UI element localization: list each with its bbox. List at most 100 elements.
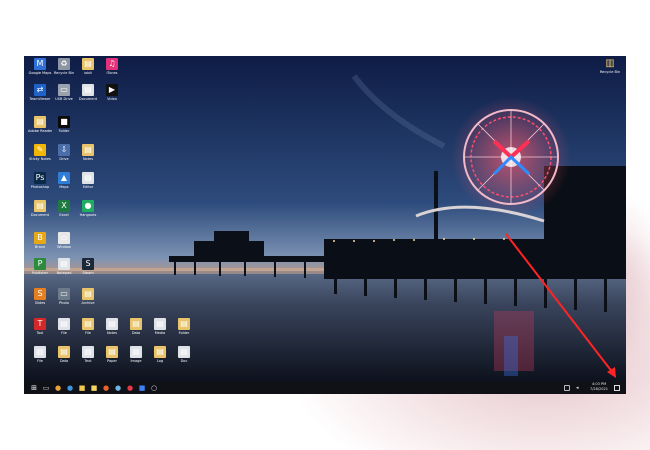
app-icon: ▤ bbox=[82, 144, 94, 156]
desktop-icon[interactable]: S Slides bbox=[28, 288, 52, 305]
desktop-icon-label: Media bbox=[154, 331, 166, 335]
app-icon: ▭ bbox=[58, 288, 70, 300]
desktop-icon-label: Paper bbox=[107, 359, 117, 363]
app-icon: ▤ bbox=[178, 318, 190, 330]
desktop-icon[interactable]: ▤ Log bbox=[148, 346, 172, 363]
app-icon: ▤ bbox=[154, 346, 166, 358]
desktop-icon-label: Maps bbox=[59, 185, 69, 189]
app-icon[interactable]: ● bbox=[126, 384, 134, 392]
sticky-notes-icon[interactable]: ■ bbox=[90, 384, 98, 392]
desktop-icon-label: Document bbox=[30, 213, 50, 217]
desktop-icon[interactable]: ▶ Video bbox=[100, 84, 124, 101]
taskbar: 4:03 PM 7/28/2021 ◂ ⊞ ▭ ● ● ■ ■ ● ● ● ■ ○ bbox=[24, 382, 626, 394]
desktop-icon[interactable]: P Publisher bbox=[28, 258, 52, 275]
app-icon: ▤ bbox=[82, 346, 94, 358]
network-icon[interactable] bbox=[564, 385, 570, 391]
cortana-icon[interactable]: ○ bbox=[150, 384, 158, 392]
desktop-icon[interactable]: ▭ USB Drive bbox=[52, 84, 76, 101]
desktop-icon[interactable]: ⇩ Drive bbox=[52, 144, 76, 161]
desktop-icon-label: Data bbox=[59, 359, 69, 363]
desktop-icon[interactable]: ▤ Document bbox=[28, 200, 52, 217]
desktop-icon[interactable]: ▤ Media bbox=[148, 318, 172, 335]
desktop-icon[interactable]: X Excel bbox=[52, 200, 76, 217]
desktop-icon-label: Hangouts bbox=[79, 213, 97, 217]
app-icon: ▤ bbox=[154, 318, 166, 330]
desktop-icon-label: iobit bbox=[84, 71, 92, 75]
desktop-icon[interactable]: ▭ Window bbox=[52, 232, 76, 249]
notifications-icon[interactable] bbox=[614, 385, 620, 391]
search-app-icon[interactable]: ■ bbox=[138, 384, 146, 392]
desktop-icon[interactable]: ▤ Editor bbox=[76, 172, 100, 189]
paint-icon[interactable]: ● bbox=[114, 384, 122, 392]
app-icon: ▤ bbox=[178, 346, 190, 358]
desktop-icon[interactable]: T Tool bbox=[28, 318, 52, 335]
clock-time[interactable]: 4:03 PM bbox=[592, 382, 606, 386]
desktop-icon-label: File bbox=[61, 331, 67, 335]
desktop-icon-label: Photo bbox=[59, 301, 69, 305]
app-icon: B bbox=[34, 232, 46, 244]
app-icon: ▤ bbox=[34, 200, 46, 212]
desktop-icon[interactable]: ▤ Adobe Reader bbox=[28, 116, 52, 133]
desktop-shortcut-label: Recycle Bin bbox=[599, 70, 621, 74]
desktop-icon[interactable]: ▤ Data bbox=[124, 318, 148, 335]
desktop-icon[interactable]: ▭ Photo bbox=[52, 288, 76, 305]
desktop-icon[interactable]: ▤ Notes bbox=[76, 144, 100, 161]
app-icon: ▭ bbox=[58, 84, 70, 96]
desktop-icon[interactable]: ⇄ TeamViewer bbox=[28, 84, 52, 101]
app-icon: T bbox=[34, 318, 46, 330]
edge-icon[interactable]: ● bbox=[66, 384, 74, 392]
desktop-icon[interactable]: ▤ iobit bbox=[76, 58, 100, 75]
desktop-icon[interactable]: ▤ File bbox=[28, 346, 52, 363]
app-icon: S bbox=[34, 288, 46, 300]
desktop-icon[interactable]: S Steam bbox=[76, 258, 100, 275]
desktop-icon[interactable]: ▤ Archive bbox=[76, 288, 100, 305]
desktop-icon-label: File bbox=[37, 359, 43, 363]
desktop-icon-label: Adobe Reader bbox=[28, 129, 52, 133]
desktop-icon-label: Recycle Bin bbox=[53, 71, 75, 75]
desktop-icon[interactable]: ▤ File bbox=[76, 318, 100, 335]
app-icon: ✎ bbox=[34, 144, 46, 156]
desktop-icon-label: Window bbox=[57, 245, 71, 249]
desktop-icon-label: Document bbox=[78, 97, 98, 101]
volume-icon[interactable]: ◂ bbox=[576, 385, 582, 391]
task-view-icon[interactable]: ▭ bbox=[42, 384, 50, 392]
folder-icon: ▥ bbox=[605, 58, 615, 69]
desktop-icon[interactable]: ▤ File bbox=[52, 318, 76, 335]
desktop-icon[interactable]: ▤ Notepad bbox=[52, 258, 76, 275]
desktop-icon[interactable]: B Brave bbox=[28, 232, 52, 249]
app-icon: ▶ bbox=[106, 84, 118, 96]
desktop-shortcut-top-right[interactable]: ▥ Recycle Bin bbox=[598, 58, 622, 74]
firefox-icon[interactable]: ● bbox=[102, 384, 110, 392]
clock-date[interactable]: 7/28/2021 bbox=[590, 387, 608, 391]
desktop-icon[interactable]: ▤ Doc bbox=[172, 346, 196, 363]
desktop-icon[interactable]: ✎ Sticky Notes bbox=[28, 144, 52, 161]
desktop-icon[interactable]: ▤ Text bbox=[76, 346, 100, 363]
desktop-icon[interactable]: ▲ Maps bbox=[52, 172, 76, 189]
desktop-icon[interactable]: ▤ Paper bbox=[100, 346, 124, 363]
desktop-icon-label: Steam bbox=[82, 271, 94, 275]
chrome-icon[interactable]: ● bbox=[54, 384, 62, 392]
desktop-icon-label: Tool bbox=[36, 331, 44, 335]
desktop-icon-label: Slides bbox=[34, 301, 46, 305]
desktop-icon[interactable]: ▤ Data bbox=[52, 346, 76, 363]
desktop-icon[interactable]: Ps Photoshop bbox=[28, 172, 52, 189]
desktop-icon[interactable]: ▤ Folder bbox=[172, 318, 196, 335]
desktop-icon[interactable]: ♻ Recycle Bin bbox=[52, 58, 76, 75]
desktop-icon-label: Folder bbox=[58, 129, 70, 133]
start-icon[interactable]: ⊞ bbox=[30, 384, 38, 392]
app-icon: ▤ bbox=[82, 84, 94, 96]
desktop-icon[interactable]: ♫ iTunes bbox=[100, 58, 124, 75]
app-icon: ▤ bbox=[34, 346, 46, 358]
desktop-icon[interactable]: ▤ Image bbox=[124, 346, 148, 363]
app-icon: ▤ bbox=[130, 346, 142, 358]
desktop-icon[interactable]: M Google Maps bbox=[28, 58, 52, 75]
desktop-icon[interactable]: ▤ Notes bbox=[100, 318, 124, 335]
desktop-icon[interactable]: ▤ Document bbox=[76, 84, 100, 101]
desktop-icon[interactable]: ● Hangouts bbox=[76, 200, 100, 217]
desktop-icons-area: M Google Maps ♻ Recycle Bin ▤ iobit ♫ iTunes ⇄ Te… bbox=[24, 56, 224, 382]
file-explorer-icon[interactable]: ■ bbox=[78, 384, 86, 392]
desktop-icon-label: Drive bbox=[59, 157, 69, 161]
desktop-icon[interactable]: ■ Folder bbox=[52, 116, 76, 133]
desktop-icon-label: Excel bbox=[59, 213, 69, 217]
desktop-icon-label: Data bbox=[131, 331, 141, 335]
